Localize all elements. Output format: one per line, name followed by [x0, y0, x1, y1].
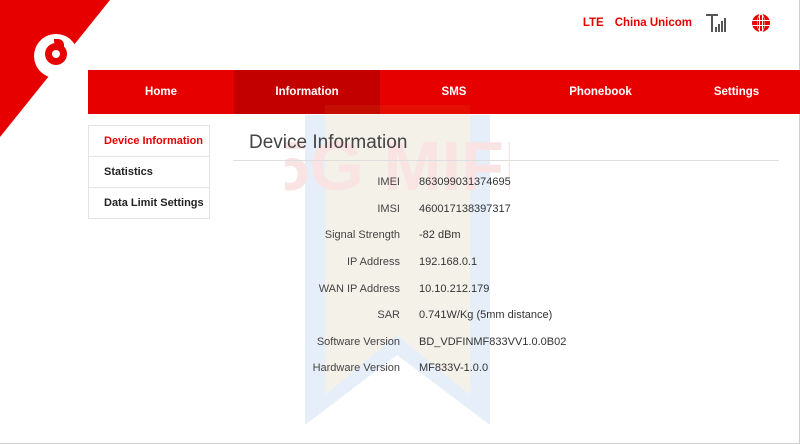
status-bar: LTE China Unicom: [582, 14, 770, 32]
info-value: BD_VDFINMF833VV1.0.0B02: [419, 336, 567, 348]
nav-phonebook[interactable]: Phonebook: [528, 70, 673, 114]
info-value: 0.741W/Kg (5mm distance): [419, 309, 553, 321]
info-row-software-version: Software Version BD_VDFINMF833VV1.0.0B02: [233, 336, 733, 352]
network-type: LTE: [582, 17, 604, 29]
carrier-name: China Unicom: [614, 17, 692, 29]
info-row-imei: IMEI 863099031374695: [233, 176, 733, 192]
sidebar-item-data-limit-settings[interactable]: Data Limit Settings: [88, 188, 210, 219]
info-value: MF833V-1.0.0: [419, 362, 489, 374]
info-label: Software Version: [316, 336, 400, 348]
info-row-signal-strength: Signal Strength -82 dBm: [233, 229, 733, 245]
sidebar-menu: Device Information Statistics Data Limit…: [88, 125, 210, 219]
info-value: -82 dBm: [419, 229, 461, 241]
logo-hook-shape: [54, 39, 64, 47]
globe-icon[interactable]: [752, 14, 770, 32]
info-label: IMEI: [377, 176, 400, 188]
info-row-wan-ip-address: WAN IP Address 10.10.212.179: [233, 283, 733, 299]
info-row-hardware-version: Hardware Version MF833V-1.0.0: [233, 362, 733, 378]
info-label: IP Address: [347, 256, 400, 268]
title-divider: [233, 160, 779, 161]
info-label: WAN IP Address: [318, 283, 400, 295]
vodafone-logo[interactable]: [34, 34, 78, 78]
info-value: 192.168.0.1: [419, 256, 478, 268]
sidebar-item-statistics[interactable]: Statistics: [88, 157, 210, 188]
info-row-sar: SAR 0.741W/Kg (5mm distance): [233, 309, 733, 325]
info-label: IMSI: [377, 203, 400, 215]
signal-icon: [706, 14, 728, 32]
nav-settings[interactable]: Settings: [673, 70, 800, 114]
info-value: 10.10.212.179: [419, 283, 490, 295]
info-row-ip-address: IP Address 192.168.0.1: [233, 256, 733, 272]
info-row-imsi: IMSI 460017138397317: [233, 203, 733, 219]
info-label: SAR: [377, 309, 400, 321]
info-value: 863099031374695: [419, 176, 511, 188]
nav-home[interactable]: Home: [88, 70, 234, 114]
page-title: Device Information: [249, 132, 408, 153]
info-label: Hardware Version: [312, 362, 400, 374]
info-label: Signal Strength: [324, 229, 400, 241]
info-value: 460017138397317: [419, 203, 511, 215]
sidebar-item-device-information[interactable]: Device Information: [88, 125, 210, 157]
